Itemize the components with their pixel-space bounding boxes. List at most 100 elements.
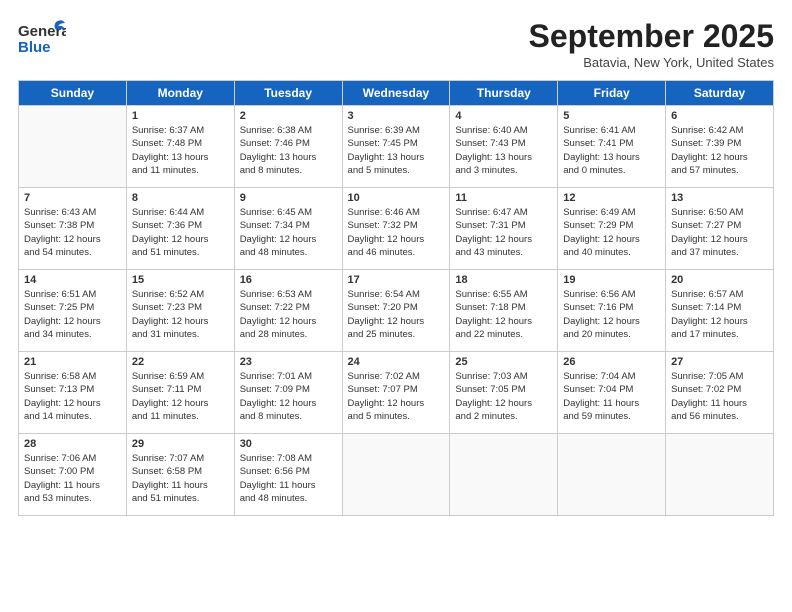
- table-row: 13 Sunrise: 6:50 AM Sunset: 7:27 PM Dayli…: [666, 188, 774, 270]
- day-number: 20: [671, 274, 768, 286]
- day-info: Sunrise: 6:38 AM Sunset: 7:46 PM Dayligh…: [240, 124, 337, 177]
- table-row: 12 Sunrise: 6:49 AM Sunset: 7:29 PM Dayli…: [558, 188, 666, 270]
- day-number: 25: [455, 356, 552, 368]
- day-info: Sunrise: 7:08 AM Sunset: 6:56 PM Dayligh…: [240, 452, 337, 505]
- day-number: 26: [563, 356, 660, 368]
- calendar-week-row: 14 Sunrise: 6:51 AM Sunset: 7:25 PM Dayli…: [19, 270, 774, 352]
- day-number: 8: [132, 192, 229, 204]
- day-number: 4: [455, 110, 552, 122]
- calendar-header-row: Sunday Monday Tuesday Wednesday Thursday…: [19, 81, 774, 106]
- day-info: Sunrise: 6:49 AM Sunset: 7:29 PM Dayligh…: [563, 206, 660, 259]
- table-row: 2 Sunrise: 6:38 AM Sunset: 7:46 PM Daylig…: [234, 106, 342, 188]
- table-row: [666, 434, 774, 516]
- day-info: Sunrise: 6:47 AM Sunset: 7:31 PM Dayligh…: [455, 206, 552, 259]
- day-number: 13: [671, 192, 768, 204]
- day-number: 16: [240, 274, 337, 286]
- day-info: Sunrise: 6:53 AM Sunset: 7:22 PM Dayligh…: [240, 288, 337, 341]
- calendar-week-row: 7 Sunrise: 6:43 AM Sunset: 7:38 PM Daylig…: [19, 188, 774, 270]
- table-row: 20 Sunrise: 6:57 AM Sunset: 7:14 PM Dayli…: [666, 270, 774, 352]
- table-row: 26 Sunrise: 7:04 AM Sunset: 7:04 PM Dayli…: [558, 352, 666, 434]
- day-info: Sunrise: 6:58 AM Sunset: 7:13 PM Dayligh…: [24, 370, 121, 423]
- col-tuesday: Tuesday: [234, 81, 342, 106]
- table-row: 24 Sunrise: 7:02 AM Sunset: 7:07 PM Dayli…: [342, 352, 450, 434]
- col-friday: Friday: [558, 81, 666, 106]
- table-row: 10Sunrise: 6:46 AM Sunset: 7:32 PM Dayli…: [342, 188, 450, 270]
- day-number: 2: [240, 110, 337, 122]
- day-info: Sunrise: 7:04 AM Sunset: 7:04 PM Dayligh…: [563, 370, 660, 423]
- day-info: Sunrise: 6:43 AM Sunset: 7:38 PM Dayligh…: [24, 206, 121, 259]
- day-number: 7: [24, 192, 121, 204]
- day-info: Sunrise: 6:59 AM Sunset: 7:11 PM Dayligh…: [132, 370, 229, 423]
- table-row: 4 Sunrise: 6:40 AM Sunset: 7:43 PM Daylig…: [450, 106, 558, 188]
- table-row: 8 Sunrise: 6:44 AM Sunset: 7:36 PM Daylig…: [126, 188, 234, 270]
- table-row: 6Sunrise: 6:42 AM Sunset: 7:39 PM Daylig…: [666, 106, 774, 188]
- day-number: 3: [348, 110, 445, 122]
- col-thursday: Thursday: [450, 81, 558, 106]
- page: General Blue September 2025 Batavia, New…: [0, 0, 792, 612]
- day-info: Sunrise: 6:55 AM Sunset: 7:18 PM Dayligh…: [455, 288, 552, 341]
- svg-text:General: General: [18, 23, 66, 40]
- day-number: 23: [240, 356, 337, 368]
- col-monday: Monday: [126, 81, 234, 106]
- day-info: Sunrise: 7:07 AM Sunset: 6:58 PM Dayligh…: [132, 452, 229, 505]
- day-info: Sunrise: 7:02 AM Sunset: 7:07 PM Dayligh…: [348, 370, 445, 423]
- day-info: Sunrise: 6:42 AM Sunset: 7:39 PM Dayligh…: [671, 124, 768, 177]
- day-info: Sunrise: 6:51 AM Sunset: 7:25 PM Dayligh…: [24, 288, 121, 341]
- day-info: Sunrise: 6:39 AM Sunset: 7:45 PM Dayligh…: [348, 124, 445, 177]
- col-sunday: Sunday: [19, 81, 127, 106]
- day-info: Sunrise: 7:01 AM Sunset: 7:09 PM Dayligh…: [240, 370, 337, 423]
- day-number: 15: [132, 274, 229, 286]
- table-row: 18 Sunrise: 6:55 AM Sunset: 7:18 PM Dayli…: [450, 270, 558, 352]
- table-row: 11Sunrise: 6:47 AM Sunset: 7:31 PM Dayli…: [450, 188, 558, 270]
- table-row: 21 Sunrise: 6:58 AM Sunset: 7:13 PM Dayli…: [19, 352, 127, 434]
- day-number: 1: [132, 110, 229, 122]
- day-number: 9: [240, 192, 337, 204]
- day-info: Sunrise: 7:03 AM Sunset: 7:05 PM Dayligh…: [455, 370, 552, 423]
- day-number: 5: [563, 110, 660, 122]
- table-row: 7 Sunrise: 6:43 AM Sunset: 7:38 PM Daylig…: [19, 188, 127, 270]
- day-number: 29: [132, 438, 229, 450]
- table-row: [342, 434, 450, 516]
- day-info: Sunrise: 6:56 AM Sunset: 7:16 PM Dayligh…: [563, 288, 660, 341]
- day-info: Sunrise: 6:54 AM Sunset: 7:20 PM Dayligh…: [348, 288, 445, 341]
- day-number: 14: [24, 274, 121, 286]
- day-info: Sunrise: 6:37 AM Sunset: 7:48 PM Dayligh…: [132, 124, 229, 177]
- day-info: Sunrise: 6:57 AM Sunset: 7:14 PM Dayligh…: [671, 288, 768, 341]
- day-number: 21: [24, 356, 121, 368]
- day-info: Sunrise: 7:06 AM Sunset: 7:00 PM Dayligh…: [24, 452, 121, 505]
- table-row: 5 Sunrise: 6:41 AM Sunset: 7:41 PM Daylig…: [558, 106, 666, 188]
- table-row: 1 Sunrise: 6:37 AM Sunset: 7:48 PM Daylig…: [126, 106, 234, 188]
- table-row: 14 Sunrise: 6:51 AM Sunset: 7:25 PM Dayli…: [19, 270, 127, 352]
- day-info: Sunrise: 6:50 AM Sunset: 7:27 PM Dayligh…: [671, 206, 768, 259]
- table-row: 23 Sunrise: 7:01 AM Sunset: 7:09 PM Dayli…: [234, 352, 342, 434]
- table-row: [19, 106, 127, 188]
- calendar-week-row: 28Sunrise: 7:06 AM Sunset: 7:00 PM Dayli…: [19, 434, 774, 516]
- table-row: 19 Sunrise: 6:56 AM Sunset: 7:16 PM Dayli…: [558, 270, 666, 352]
- day-number: 22: [132, 356, 229, 368]
- calendar-week-row: 21 Sunrise: 6:58 AM Sunset: 7:13 PM Dayli…: [19, 352, 774, 434]
- table-row: 16 Sunrise: 6:53 AM Sunset: 7:22 PM Dayli…: [234, 270, 342, 352]
- table-row: [450, 434, 558, 516]
- day-number: 24: [348, 356, 445, 368]
- table-row: 15Sunrise: 6:52 AM Sunset: 7:23 PM Dayli…: [126, 270, 234, 352]
- table-row: 22 Sunrise: 6:59 AM Sunset: 7:11 PM Dayli…: [126, 352, 234, 434]
- table-row: [558, 434, 666, 516]
- day-info: Sunrise: 6:40 AM Sunset: 7:43 PM Dayligh…: [455, 124, 552, 177]
- day-info: Sunrise: 6:45 AM Sunset: 7:34 PM Dayligh…: [240, 206, 337, 259]
- day-info: Sunrise: 6:41 AM Sunset: 7:41 PM Dayligh…: [563, 124, 660, 177]
- day-number: 30: [240, 438, 337, 450]
- title-area: September 2025 Batavia, New York, United…: [529, 18, 774, 70]
- day-number: 12: [563, 192, 660, 204]
- day-number: 17: [348, 274, 445, 286]
- day-info: Sunrise: 6:46 AM Sunset: 7:32 PM Dayligh…: [348, 206, 445, 259]
- table-row: 28Sunrise: 7:06 AM Sunset: 7:00 PM Dayli…: [19, 434, 127, 516]
- day-number: 18: [455, 274, 552, 286]
- table-row: 3 Sunrise: 6:39 AM Sunset: 7:45 PM Daylig…: [342, 106, 450, 188]
- day-number: 19: [563, 274, 660, 286]
- logo-icon: General Blue: [18, 18, 66, 60]
- svg-text:Blue: Blue: [18, 39, 51, 56]
- col-saturday: Saturday: [666, 81, 774, 106]
- table-row: 27Sunrise: 7:05 AM Sunset: 7:02 PM Dayli…: [666, 352, 774, 434]
- day-info: Sunrise: 6:44 AM Sunset: 7:36 PM Dayligh…: [132, 206, 229, 259]
- calendar-week-row: 1 Sunrise: 6:37 AM Sunset: 7:48 PM Daylig…: [19, 106, 774, 188]
